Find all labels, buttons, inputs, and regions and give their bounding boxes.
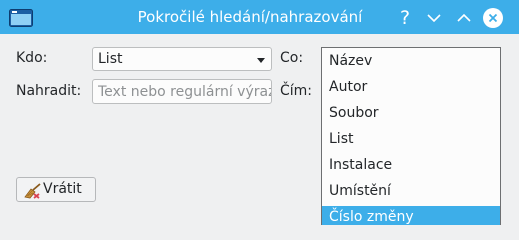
dropdown-item-location[interactable]: Umístění: [322, 178, 500, 204]
dropdown-item-change-number[interactable]: Číslo změny: [322, 206, 500, 225]
revert-button-label: Vrátit: [43, 181, 82, 197]
app-window-icon: [9, 9, 33, 27]
close-icon: [488, 13, 498, 23]
dropdown-item-author[interactable]: Autor: [322, 74, 500, 100]
what-label: Co:: [280, 50, 304, 66]
dropdown-item-file[interactable]: Soubor: [322, 100, 500, 126]
dropdown-item-sheet[interactable]: List: [322, 126, 500, 152]
who-combobox[interactable]: List: [92, 47, 272, 71]
minimize-button[interactable]: [424, 8, 444, 28]
broom-icon: [24, 183, 41, 199]
chevron-up-icon: [457, 13, 471, 22]
maximize-button[interactable]: [454, 8, 474, 28]
help-icon: ?: [399, 7, 411, 29]
revert-button[interactable]: Vrátit: [16, 177, 96, 202]
window-title: Pokročilé hledání/nahrazování: [137, 8, 363, 26]
with-label: Čím:: [280, 83, 313, 99]
replace-label: Nahradit:: [16, 83, 82, 99]
dropdown-item-installation[interactable]: Instalace: [322, 152, 500, 178]
dropdown-arrow-icon: [257, 58, 265, 63]
close-button[interactable]: [483, 8, 503, 28]
dropdown-item-name[interactable]: Název: [322, 48, 500, 74]
replace-input[interactable]: [92, 79, 272, 104]
field-dropdown-list[interactable]: Název Autor Soubor List Instalace Umístě…: [321, 47, 501, 225]
who-label: Kdo:: [16, 50, 48, 66]
title-bar[interactable]: Pokročilé hledání/nahrazování ?: [0, 0, 519, 34]
chevron-down-icon: [427, 14, 441, 23]
help-button[interactable]: ?: [395, 7, 415, 29]
who-combobox-value: List: [98, 51, 123, 67]
